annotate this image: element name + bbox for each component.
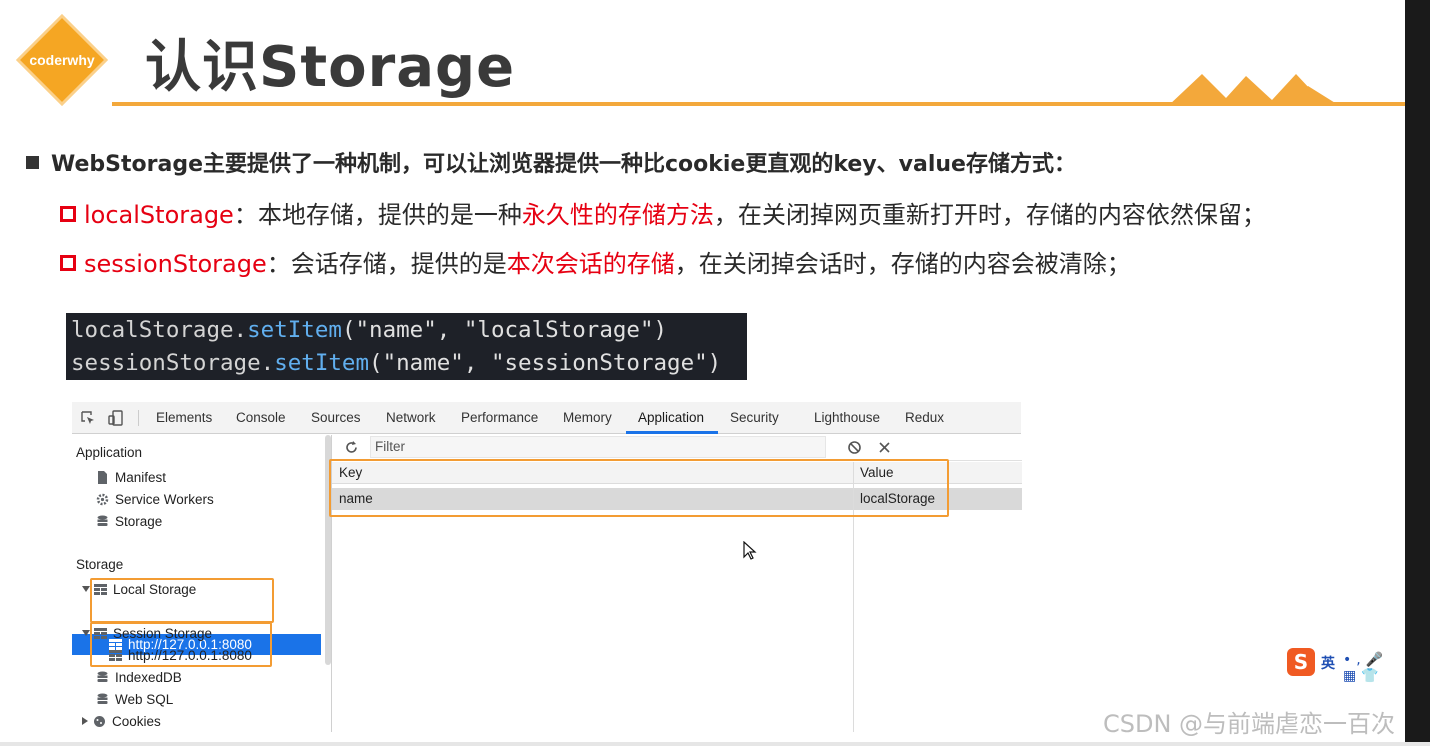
logo-text: coderwhy <box>29 52 95 68</box>
code-block: localStorage.setItem("name", "localStora… <box>66 313 747 380</box>
document-icon <box>98 471 107 484</box>
sidebar-item-storage[interactable]: Storage <box>96 511 162 533</box>
code-line-1: localStorage.setItem("name", "localStora… <box>71 314 747 347</box>
sidebar-item-label: Storage <box>115 514 163 529</box>
cookie-icon <box>94 716 105 727</box>
sidebar-item-label: Web SQL <box>115 692 174 707</box>
inspect-element-icon[interactable] <box>80 410 96 426</box>
sidebar-item-cookies[interactable]: Cookies <box>82 711 161 733</box>
database-icon <box>97 693 108 704</box>
local-storage-name: localStorage <box>84 201 234 229</box>
local-storage-bullet: localStorage：本地存储，提供的是一种永久性的存储方法，在关闭掉网页重… <box>60 195 1266 230</box>
local-storage-desc-post: ，在关闭掉网页重新打开时，存储的内容依然保留； <box>713 201 1266 229</box>
tab-console[interactable]: Console <box>236 410 286 425</box>
session-storage-bullet: sessionStorage：会话存储，提供的是本次会话的存储，在关闭掉会话时，… <box>60 244 1131 279</box>
window-edge <box>1405 0 1430 746</box>
collapsed-triangle-icon[interactable] <box>82 717 88 725</box>
highlight-box-local-storage <box>90 578 274 623</box>
sogou-input-icon[interactable]: S <box>1287 648 1315 676</box>
local-storage-desc-pre: ：本地存储，提供的是一种 <box>233 201 522 229</box>
sidebar-heading-storage: Storage <box>76 557 124 572</box>
ime-toolbar: S 英 •,🎤▦👕 <box>1285 648 1405 684</box>
sidebar-item-label: Manifest <box>115 470 167 485</box>
highlight-box-session-storage <box>90 622 272 667</box>
tab-application[interactable]: Application <box>638 410 704 425</box>
database-icon <box>97 515 108 526</box>
sidebar-item-indexeddb[interactable]: IndexedDB <box>96 667 182 689</box>
code-object: sessionStorage. <box>71 350 275 376</box>
highlight-box-table <box>329 459 949 517</box>
tab-network[interactable]: Network <box>386 410 436 425</box>
expand-triangle-icon[interactable] <box>82 586 90 592</box>
device-toolbar-icon[interactable] <box>108 410 124 426</box>
page-title: 认识Storage <box>145 35 516 100</box>
code-args: ("name", "localStorage") <box>341 317 668 343</box>
sidebar-heading-application: Application <box>76 445 143 460</box>
filter-toolbar: Filter <box>332 435 1022 461</box>
sidebar-item-service-workers[interactable]: Service Workers <box>96 489 214 511</box>
expand-triangle-icon[interactable] <box>82 630 90 636</box>
session-storage-desc-post: ，在关闭掉会话时，存储的内容会被清除； <box>674 250 1131 278</box>
code-object: localStorage. <box>71 317 248 343</box>
sidebar-item-label: Service Workers <box>115 492 214 507</box>
devtools-tabbar: Elements Console Sources Network Perform… <box>72 402 1021 434</box>
code-method: setItem <box>247 317 342 343</box>
square-bullet-icon <box>26 156 39 169</box>
clear-all-icon[interactable] <box>847 440 862 455</box>
mountain-decoration <box>1168 74 1340 106</box>
session-storage-name: sessionStorage <box>84 250 267 278</box>
mouse-cursor-icon <box>743 541 757 560</box>
refresh-icon[interactable] <box>344 440 359 455</box>
active-tab-indicator <box>626 431 718 434</box>
devtools-panel: Elements Console Sources Network Perform… <box>72 402 1022 733</box>
delete-selected-icon[interactable] <box>878 441 891 454</box>
tab-sources[interactable]: Sources <box>311 410 361 425</box>
tab-performance[interactable]: Performance <box>461 410 538 425</box>
local-storage-highlight: 永久性的存储方法 <box>521 201 714 229</box>
tab-lighthouse[interactable]: Lighthouse <box>814 410 880 425</box>
sidebar-item-label: Cookies <box>112 714 161 729</box>
ime-tool-icons[interactable]: •,🎤▦👕 <box>1343 652 1405 684</box>
sidebar-item-manifest[interactable]: Manifest <box>96 467 166 489</box>
tab-security[interactable]: Security <box>730 410 779 425</box>
sidebar-item-label: IndexedDB <box>115 670 182 685</box>
code-args: ("name", "sessionStorage") <box>369 350 722 376</box>
sidebar-item-web-sql[interactable]: Web SQL <box>96 689 173 711</box>
database-icon <box>97 671 108 682</box>
bottom-border <box>0 742 1430 746</box>
toolbar-separator <box>138 410 139 426</box>
filter-input[interactable]: Filter <box>370 436 826 458</box>
tab-memory[interactable]: Memory <box>563 410 612 425</box>
tab-elements[interactable]: Elements <box>156 410 212 425</box>
code-method: setItem <box>274 350 370 376</box>
code-line-2: sessionStorage.setItem("name", "sessionS… <box>71 347 747 380</box>
session-storage-highlight: 本次会话的存储 <box>506 250 675 278</box>
tab-redux[interactable]: Redux <box>905 410 944 425</box>
main-bullet-text: WebStorage主要提供了一种机制，可以让浏览器提供一种比cookie更直观… <box>51 152 1076 177</box>
session-storage-desc-pre: ：会话存储，提供的是 <box>266 250 507 278</box>
watermark: CSDN @与前端虐恋一百次 <box>1103 710 1396 738</box>
gear-icon <box>96 493 109 506</box>
main-bullet: WebStorage主要提供了一种机制，可以让浏览器提供一种比cookie更直观… <box>26 146 1076 178</box>
hollow-square-icon <box>60 206 76 222</box>
hollow-square-icon <box>60 255 76 271</box>
coderwhy-logo: coderwhy <box>16 14 108 106</box>
ime-language-toggle[interactable]: 英 <box>1321 653 1335 673</box>
